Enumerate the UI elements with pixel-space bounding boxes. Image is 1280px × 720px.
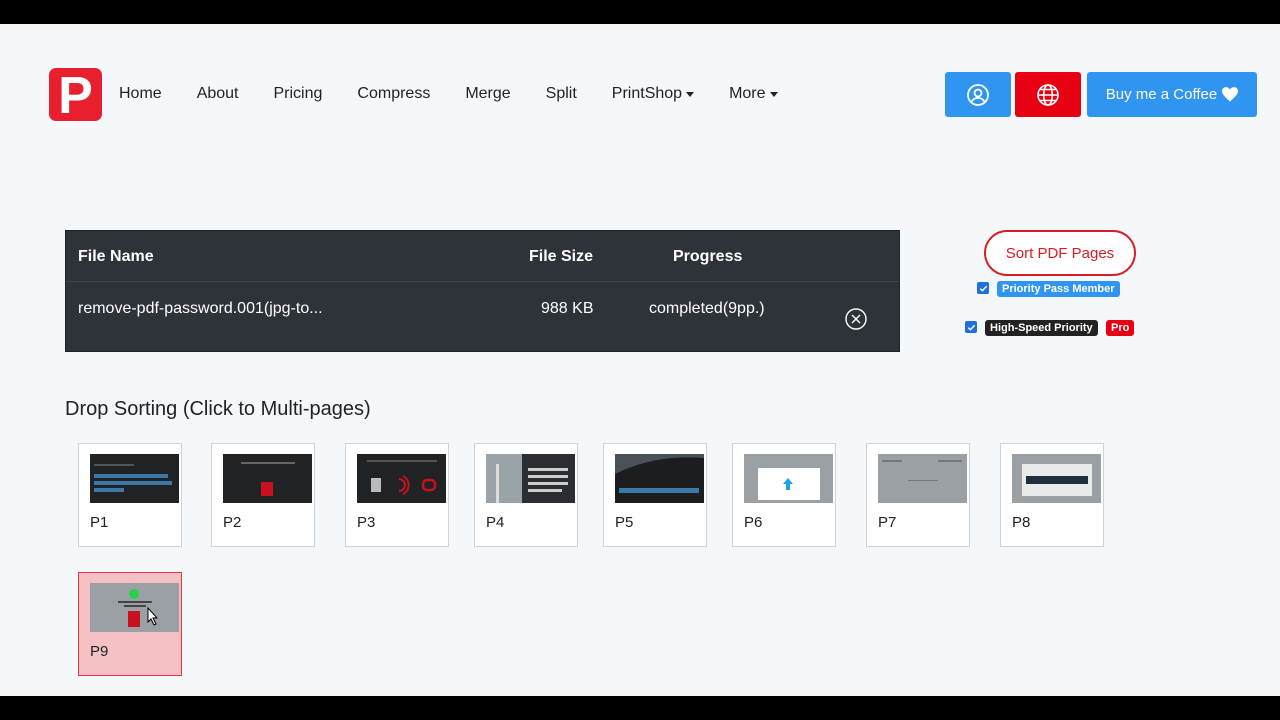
file-name-cell: remove-pdf-password.001(jpg-to... xyxy=(78,300,323,317)
page-thumb[interactable]: P8 xyxy=(1000,443,1104,547)
page-preview xyxy=(223,454,312,503)
column-file-name: File Name xyxy=(78,248,154,265)
pro-badge: Pro xyxy=(1106,320,1135,336)
page-label: P4 xyxy=(486,514,505,531)
table-header: File Name File Size Progress xyxy=(66,231,899,282)
nav-more-label: More xyxy=(729,85,766,102)
page-label: P9 xyxy=(90,643,109,660)
user-icon xyxy=(967,83,989,106)
high-speed-checkbox[interactable] xyxy=(965,321,977,333)
logo-letter: P xyxy=(58,66,93,125)
main-nav: Home About Pricing Compress Merge Split … xyxy=(119,85,813,103)
page-thumb[interactable]: P4 xyxy=(474,443,578,547)
page-preview xyxy=(90,454,179,503)
language-button[interactable] xyxy=(1015,72,1081,117)
page-thumb[interactable]: P3 xyxy=(345,443,449,547)
page-thumb[interactable]: P2 xyxy=(211,443,315,547)
page-label: P2 xyxy=(223,514,242,531)
checkmark-icon xyxy=(967,324,975,331)
page-preview xyxy=(486,454,575,503)
nav-printshop-label: PrintShop xyxy=(611,85,683,102)
page-label: P8 xyxy=(1012,514,1031,531)
drop-sorting-title: Drop Sorting (Click to Multi-pages) xyxy=(65,398,371,420)
caret-down-icon xyxy=(769,91,778,97)
globe-icon xyxy=(1037,83,1059,106)
nav-merge[interactable]: Merge xyxy=(465,85,510,103)
progress-cell: completed(9pp.) xyxy=(649,300,765,317)
file-size-cell: 988 KB xyxy=(541,300,594,317)
page-label: P7 xyxy=(878,514,897,531)
column-file-size: File Size xyxy=(529,248,594,265)
page-preview xyxy=(357,454,446,503)
brand-logo[interactable]: P xyxy=(49,66,102,125)
page-preview xyxy=(1012,454,1101,503)
nav-more-dropdown[interactable]: More xyxy=(729,85,778,103)
page-preview xyxy=(878,454,967,503)
priority-pass-checkbox[interactable] xyxy=(977,282,989,294)
priority-pass-badge: Priority Pass Member xyxy=(997,281,1120,297)
buy-coffee-button[interactable]: Buy me a Coffee xyxy=(1087,72,1257,117)
page-preview xyxy=(615,454,704,503)
high-speed-badge: High-Speed Priority xyxy=(985,320,1098,336)
nav-pricing[interactable]: Pricing xyxy=(274,85,323,103)
close-circle-icon[interactable] xyxy=(845,308,867,330)
account-button[interactable] xyxy=(945,72,1011,117)
page-label: P6 xyxy=(744,514,763,531)
nav-compress[interactable]: Compress xyxy=(357,85,430,103)
buy-coffee-label: Buy me a Coffee xyxy=(1105,86,1218,103)
page-thumb[interactable]: P5 xyxy=(603,443,707,547)
heart-icon xyxy=(1222,87,1239,102)
sort-pdf-pages-button[interactable]: Sort PDF Pages xyxy=(984,230,1136,276)
app-page: P Home About Pricing Compress Merge Spli… xyxy=(0,24,1280,696)
page-label: P5 xyxy=(615,514,634,531)
nav-home[interactable]: Home xyxy=(119,85,162,103)
page-label: P1 xyxy=(90,514,109,531)
page-thumb[interactable]: P1 xyxy=(78,443,182,547)
nav-printshop-dropdown[interactable]: PrintShop xyxy=(611,85,695,103)
checkmark-icon xyxy=(979,285,987,292)
nav-about[interactable]: About xyxy=(197,85,239,103)
page-preview xyxy=(90,583,179,632)
page-preview xyxy=(744,454,833,503)
page-thumb-selected[interactable]: P9 xyxy=(78,572,182,676)
caret-down-icon xyxy=(686,91,695,97)
file-table: File Name File Size Progress remove-pdf-… xyxy=(65,230,900,352)
page-thumb[interactable]: P7 xyxy=(866,443,970,547)
column-progress: Progress xyxy=(673,248,743,265)
nav-split[interactable]: Split xyxy=(546,85,577,103)
page-thumb[interactable]: P6 xyxy=(732,443,836,547)
page-label: P3 xyxy=(357,514,376,531)
